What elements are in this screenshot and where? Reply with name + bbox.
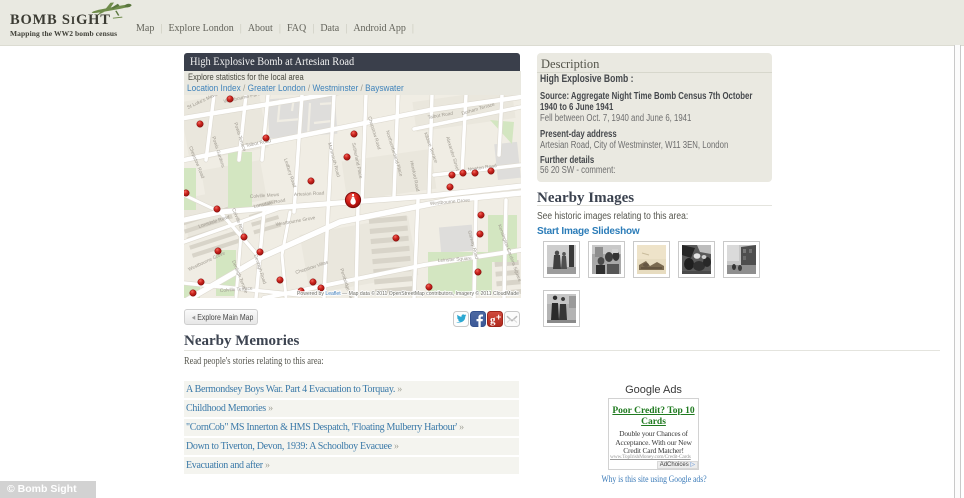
svg-text:Powered by Leaflet — Map data: Powered by Leaflet — Map data © 2011 Ope… (297, 290, 519, 297)
svg-text:+: + (496, 312, 501, 322)
